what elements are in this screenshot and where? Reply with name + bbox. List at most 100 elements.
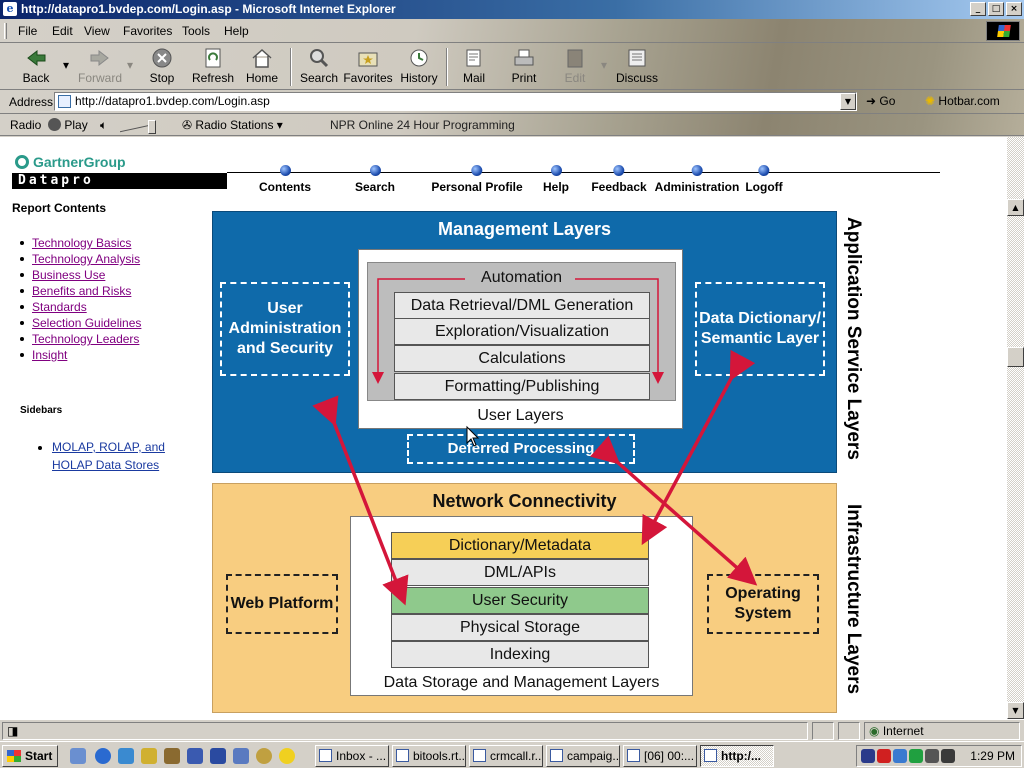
menu-view[interactable]: View <box>84 24 110 38</box>
quicklaunch-ie-icon[interactable] <box>95 748 111 764</box>
play-label: Play <box>64 118 88 132</box>
quicklaunch-app-icon[interactable] <box>187 748 203 764</box>
edit-button[interactable]: Edit <box>556 47 594 87</box>
toc-link-benefits-and-risks[interactable]: Benefits and Risks <box>32 284 131 298</box>
tray-volume-icon[interactable] <box>925 749 939 763</box>
quicklaunch-app-icon[interactable] <box>210 748 226 764</box>
list-item: Standards <box>20 299 141 315</box>
task-bitools[interactable]: bitools.rt... <box>392 745 466 767</box>
scroll-up-button[interactable]: ▲ <box>1007 199 1024 216</box>
scroll-thumb[interactable] <box>1007 347 1024 367</box>
layer-formatting: Formatting/Publishing <box>394 373 650 400</box>
menu-edit[interactable]: Edit <box>52 24 73 38</box>
layer-dml-apis: DML/APIs <box>391 559 649 586</box>
stop-button[interactable]: Stop <box>142 47 182 87</box>
tray-icon[interactable] <box>941 749 955 763</box>
hotbar-link[interactable]: ✺ Hotbar.com <box>925 94 1000 108</box>
back-button[interactable]: Back <box>14 47 58 87</box>
toc-link-technology-basics[interactable]: Technology Basics <box>32 236 131 250</box>
quicklaunch-outlook-icon[interactable] <box>118 748 134 764</box>
address-input[interactable]: http://datapro1.bvdep.com/Login.asp <box>54 92 857 111</box>
quicklaunch-app-icon[interactable] <box>256 748 272 764</box>
toc-link-standards[interactable]: Standards <box>32 300 87 314</box>
hotbar-icon: ✺ <box>925 94 936 108</box>
address-dropdown-button[interactable]: ▼ <box>840 93 856 110</box>
radio-stations-button[interactable]: ✇ Radio Stations ▾ <box>182 118 283 132</box>
search-button[interactable]: Search <box>298 47 340 87</box>
volume-icon[interactable]: 🔈︎ <box>100 118 107 133</box>
layer-user-security: User Security <box>391 587 649 614</box>
tray-icon[interactable] <box>909 749 923 763</box>
system-tray: 1:29 PM <box>856 745 1022 767</box>
stop-label: Stop <box>149 71 175 85</box>
mail-button[interactable]: Mail <box>454 47 494 87</box>
tray-icon[interactable] <box>877 749 891 763</box>
toc-link-insight[interactable]: Insight <box>32 348 67 362</box>
radio-play-button[interactable]: Play <box>48 118 88 132</box>
task-inbox[interactable]: Inbox - ... <box>315 745 389 767</box>
task-crmcall[interactable]: crmcall.r... <box>469 745 543 767</box>
quicklaunch-app-icon[interactable] <box>141 748 157 764</box>
task-campaign[interactable]: campaig... <box>546 745 620 767</box>
quicklaunch-app-icon[interactable] <box>233 748 249 764</box>
toc-link-technology-analysis[interactable]: Technology Analysis <box>32 252 140 266</box>
tray-icon[interactable] <box>893 749 907 763</box>
go-label: Go <box>879 94 896 108</box>
favorites-button[interactable]: Favorites <box>343 47 393 87</box>
infrastructure-layers-panel: Network Connectivity Web Platform Operat… <box>212 483 837 713</box>
zone-label: Internet <box>882 724 924 738</box>
print-button[interactable]: Print <box>504 47 544 87</box>
radio-toolbar: Radio Play 🔈︎ ✇ Radio Stations ▾ NPR Onl… <box>0 114 1024 136</box>
page-icon <box>58 95 71 108</box>
nav-feedback[interactable]: Feedback <box>591 165 647 194</box>
refresh-button[interactable]: Refresh <box>190 47 236 87</box>
quicklaunch-smiley-icon[interactable] <box>279 748 295 764</box>
discuss-button[interactable]: Discuss <box>614 47 660 87</box>
data-storage-caption: Data Storage and Management Layers <box>383 674 660 691</box>
menu-help[interactable]: Help <box>224 24 249 38</box>
history-button[interactable]: History <box>398 47 440 87</box>
toc-link-selection-guidelines[interactable]: Selection Guidelines <box>32 316 141 330</box>
quicklaunch-app-icon[interactable] <box>164 748 180 764</box>
menu-tools[interactable]: Tools <box>182 24 210 38</box>
toc-link-technology-leaders[interactable]: Technology Leaders <box>32 332 139 346</box>
nav-personal-profile[interactable]: Personal Profile <box>431 165 523 194</box>
sidebar-link-olap-stores[interactable]: MOLAP, ROLAP, and HOLAP Data Stores <box>52 440 165 472</box>
gartner-mark-icon <box>15 155 29 169</box>
go-button[interactable]: ➜ Go <box>866 94 895 108</box>
start-button[interactable]: Start <box>2 745 58 767</box>
scroll-down-button[interactable]: ▼ <box>1007 702 1024 719</box>
deferred-processing-box: Deferred Processing <box>407 434 635 464</box>
toolbar-separator <box>446 48 448 86</box>
vertical-scrollbar[interactable]: ▲ ▼ <box>1007 137 1024 719</box>
back-arrow-icon <box>24 47 48 69</box>
toc-link-business-use[interactable]: Business Use <box>32 268 105 282</box>
list-item: Selection Guidelines <box>20 315 141 331</box>
task-06[interactable]: [06] 00:... <box>623 745 697 767</box>
minimize-button[interactable]: _ <box>970 2 986 16</box>
volume-thumb[interactable] <box>148 120 156 134</box>
home-button[interactable]: Home <box>242 47 282 87</box>
edit-page-icon <box>563 47 587 69</box>
maximize-button[interactable]: □ <box>988 2 1004 16</box>
menu-file[interactable]: File <box>18 24 37 38</box>
menu-favorites[interactable]: Favorites <box>123 24 172 38</box>
nav-bullet-icon <box>613 165 625 176</box>
nav-contents[interactable]: Contents <box>259 165 311 194</box>
task-ie-active[interactable]: http:/... <box>700 745 774 767</box>
nav-logoff[interactable]: Logoff <box>745 165 783 194</box>
gartner-logo[interactable]: GartnerGroup <box>15 154 126 170</box>
management-layers-title: Management Layers <box>437 219 612 239</box>
tray-icon[interactable] <box>861 749 875 763</box>
edit-label: Edit <box>564 71 586 85</box>
nav-label: Search <box>354 180 396 194</box>
nav-administration[interactable]: Administration <box>655 165 739 194</box>
volume-slider[interactable] <box>120 120 160 134</box>
close-button[interactable]: × <box>1006 2 1022 16</box>
home-icon <box>250 47 274 69</box>
nav-search[interactable]: Search <box>355 165 395 194</box>
forward-button[interactable]: Forward <box>76 47 124 87</box>
quicklaunch-desktop-icon[interactable] <box>70 748 86 764</box>
globe-icon: ◉ <box>869 724 880 738</box>
nav-help[interactable]: Help <box>543 165 569 194</box>
